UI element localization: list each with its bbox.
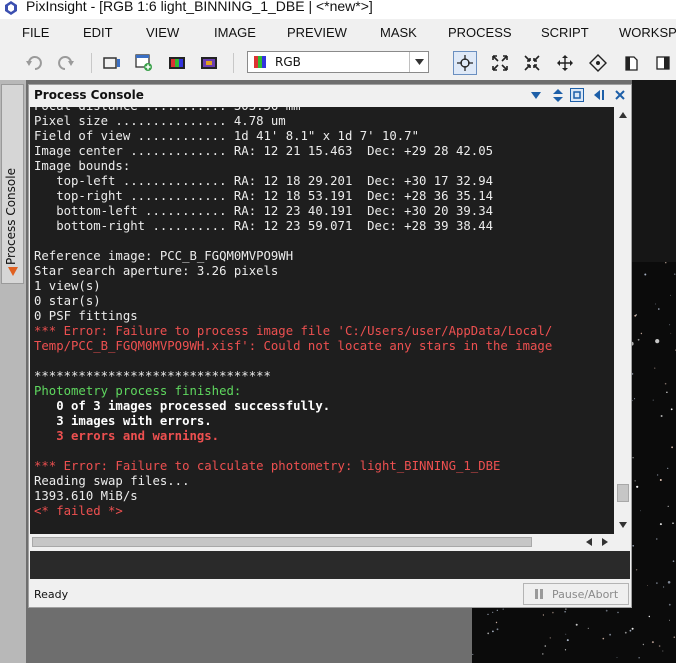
toolbar: RGB [0,46,676,81]
console-line: <* failed *> [34,504,123,518]
console-line: 1393.610 MiB/s [34,489,138,503]
console-line: Reading swap files... [34,474,190,488]
title-bar: PixInsight - [RGB 1:6 light_BINNING_1_DB… [0,0,676,19]
console-line: Image center ............. RA: 12 21 15.… [34,144,494,158]
image-window-edge [632,80,676,262]
sidebar-tab-label: Process Console [4,168,18,265]
console-output[interactable]: Focal distance ........... 303.56 mm Pix… [30,107,614,534]
console-line: Temp/PCC_B_FGQM0MVPO9WH.xisf': Could not… [34,339,553,353]
console-horizontal-scrollbar[interactable] [30,534,615,550]
scroll-up-icon[interactable] [619,111,627,121]
center-view-icon[interactable] [586,51,610,75]
sidebar-tab-process-console[interactable]: Process Console [1,84,24,284]
panel-title: Process Console [34,88,144,102]
pause-icon [535,589,543,599]
image-properties-icon[interactable] [100,51,124,75]
console-line: ******************************** [34,369,271,383]
pan-mode-icon[interactable] [553,51,577,75]
close-icon[interactable] [613,88,627,102]
scrollbar-thumb[interactable] [617,484,629,502]
console-line: 3 images with errors. [34,414,212,428]
pixinsight-logo-icon [5,1,17,15]
redo-icon[interactable] [54,51,78,75]
real-time-preview-icon[interactable] [619,51,643,75]
console-line: Image bounds: [34,159,131,173]
menu-workspace[interactable]: WORKSP... [619,25,676,40]
menu-edit[interactable]: EDIT [83,25,113,40]
hscroll-thumb[interactable] [32,537,532,547]
pause-abort-label: Pause/Abort [552,588,619,601]
maximize-icon[interactable] [570,88,584,102]
menu-image[interactable]: IMAGE [214,25,256,40]
console-line: *** Error: Failure to calculate photomet… [34,459,501,473]
rgb-channels-icon[interactable] [165,51,189,75]
process-console-window: Process Console Focal distance .........… [28,84,632,608]
console-line: top-right ............. RA: 12 18 53.191… [34,189,494,203]
scroll-right-icon[interactable] [602,538,608,549]
zoom-in-icon[interactable] [520,51,544,75]
menu-view[interactable]: VIEW [146,25,179,40]
menu-mask[interactable]: MASK [380,25,417,40]
menu-bar: FILE EDIT VIEW IMAGE PREVIEW MASK PROCES… [0,19,676,46]
menu-file[interactable]: FILE [22,25,49,40]
scroll-left-icon[interactable] [586,538,592,549]
console-line: 0 of 3 images processed successfully. [34,399,331,413]
menu-process[interactable]: PROCESS [448,25,512,40]
console-text: Focal distance ........... 303.56 mm Pix… [34,107,552,519]
console-line: Star search aperture: 3.26 pixels [34,264,279,278]
channel-select[interactable]: RGB [247,51,429,73]
console-line: Photometry process finished: [34,384,242,398]
console-line: Focal distance ........... 303.56 mm [34,107,301,113]
console-line: bottom-right .......... RA: 12 23 59.071… [34,219,494,233]
console-line: 1 view(s) [34,279,101,293]
resize-vertical-icon[interactable] [551,88,565,102]
dock-left-icon[interactable] [592,88,606,102]
left-dock-sidebar: Process Console [0,80,26,663]
new-image-icon[interactable] [132,51,156,75]
console-line: 3 errors and warnings. [34,429,220,443]
window-title: PixInsight - [RGB 1:6 light_BINNING_1_DB… [26,0,373,14]
console-line: Field of view ............ 1d 41' 8.1" x… [34,129,419,143]
menu-preview[interactable]: PREVIEW [287,25,347,40]
scroll-down-icon[interactable] [619,521,627,531]
console-line: Reference image: PCC_B_FGQM0MVPO9WH [34,249,294,263]
readout-mode-icon[interactable] [453,51,477,75]
panel-title-bar: Process Console [29,85,631,106]
menu-script[interactable]: SCRIPT [541,25,589,40]
zoom-fit-icon[interactable] [488,51,512,75]
undo-icon[interactable] [22,51,46,75]
console-tab-icon [8,267,18,276]
overflow-icon[interactable] [651,51,675,75]
rgb-composite-icon[interactable] [197,51,221,75]
console-line: 0 star(s) [34,294,101,308]
status-bar: Ready Pause/Abort [29,581,631,607]
rgb-swatch-icon [254,56,266,68]
collapse-icon[interactable] [529,88,543,102]
pause-abort-button[interactable]: Pause/Abort [523,583,629,605]
channel-select-value: RGB [275,55,301,69]
console-line: bottom-left ........... RA: 12 23 40.191… [34,204,494,218]
status-text: Ready [34,588,69,601]
console-line: Pixel size ............... 4.78 um [34,114,286,128]
console-vertical-scrollbar[interactable] [615,107,631,534]
console-line: 0 PSF fittings [34,309,138,323]
console-line: top-left .............. RA: 12 18 29.201… [34,174,494,188]
console-line: *** Error: Failure to process image file… [34,324,553,338]
console-command-line[interactable] [30,551,630,579]
chevron-down-icon[interactable] [409,52,428,72]
